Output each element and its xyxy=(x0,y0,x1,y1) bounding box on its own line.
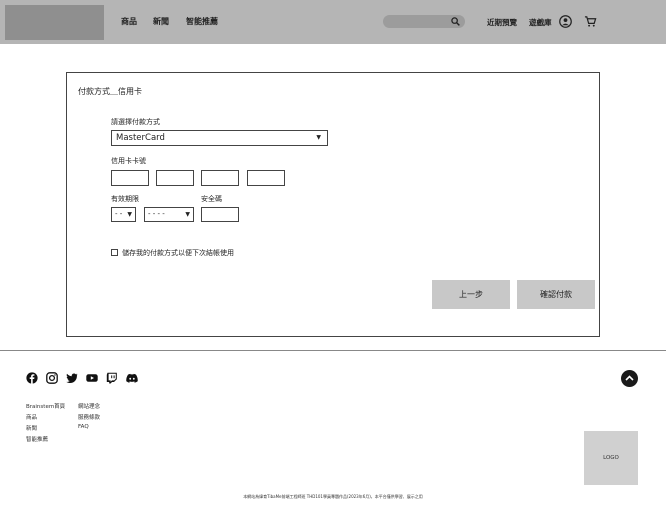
card-number-field-2[interactable] xyxy=(156,170,194,186)
copyright-text: 本網站為緯育TibaMe前端工程師班 THD101學員專題作品(2023年6月)… xyxy=(243,494,423,499)
twitch-icon[interactable] xyxy=(106,372,118,384)
save-payment-checkbox[interactable] xyxy=(111,249,118,256)
footer-logo[interactable]: LOGO xyxy=(584,431,638,485)
search-input[interactable] xyxy=(383,15,465,28)
nav-item-recommend[interactable]: 智能推薦 xyxy=(186,16,218,27)
game-library-link[interactable]: 遊戲庫 xyxy=(529,17,552,28)
cvv-label: 安全碼 xyxy=(201,195,222,203)
footer-link-news[interactable]: 新聞 xyxy=(26,424,37,432)
twitter-icon[interactable] xyxy=(66,372,78,384)
footer-link-recommend[interactable]: 智能推薦 xyxy=(26,435,48,443)
dropdown-arrow-icon: ▼ xyxy=(316,134,321,141)
confirm-payment-button[interactable]: 確認付款 xyxy=(517,280,595,309)
payment-card: 付款方式＿信用卡 請選擇付款方式 MasterCard ▼ 信用卡卡號 有效期限… xyxy=(66,72,600,337)
nav-item-news[interactable]: 新聞 xyxy=(153,16,169,27)
cvv-field[interactable] xyxy=(201,207,239,222)
card-number-field-3[interactable] xyxy=(201,170,239,186)
back-button[interactable]: 上一步 xyxy=(432,280,510,309)
footer-link-faq[interactable]: FAQ xyxy=(78,424,89,430)
payment-method-select[interactable]: MasterCard ▼ xyxy=(111,130,328,146)
card-number-label: 信用卡卡號 xyxy=(111,157,146,165)
expiry-label: 有效期限 xyxy=(111,195,139,203)
dropdown-arrow-icon: ▼ xyxy=(127,211,132,218)
instagram-icon[interactable] xyxy=(46,372,58,384)
footer-link-terms[interactable]: 服務條款 xyxy=(78,413,100,421)
save-payment-label[interactable]: 儲存我的付款方式以便下次結帳使用 xyxy=(122,248,234,258)
expiry-month-value: - - xyxy=(115,210,123,218)
nav-item-products[interactable]: 商品 xyxy=(121,16,137,27)
cart-icon[interactable] xyxy=(584,15,597,28)
dropdown-arrow-icon: ▼ xyxy=(185,211,190,218)
card-number-field-4[interactable] xyxy=(247,170,285,186)
user-icon[interactable] xyxy=(559,15,572,28)
expiry-month-select[interactable]: - - ▼ xyxy=(111,207,136,222)
footer-divider xyxy=(0,350,666,351)
payment-method-label: 請選擇付款方式 xyxy=(111,118,160,126)
youtube-icon[interactable] xyxy=(86,372,98,384)
card-number-field-1[interactable] xyxy=(111,170,149,186)
discord-icon[interactable] xyxy=(126,372,138,384)
search-icon[interactable] xyxy=(451,17,460,26)
upcoming-link[interactable]: 近期預覽 xyxy=(487,17,517,28)
facebook-icon[interactable] xyxy=(26,372,38,384)
footer-link-philosophy[interactable]: 網站理念 xyxy=(78,402,100,410)
page-title: 付款方式＿信用卡 xyxy=(78,87,142,96)
payment-method-value: MasterCard xyxy=(116,133,165,143)
expiry-year-select[interactable]: - - - - ▼ xyxy=(144,207,194,222)
footer-link-home[interactable]: Brainstem首頁 xyxy=(26,402,65,410)
site-logo[interactable] xyxy=(5,5,104,40)
back-to-top-button[interactable] xyxy=(621,370,638,387)
footer-link-products[interactable]: 商品 xyxy=(26,413,37,421)
site-header: 商品 新聞 智能推薦 近期預覽 遊戲庫 xyxy=(0,0,666,44)
page: 商品 新聞 智能推薦 近期預覽 遊戲庫 付款方式＿信用卡 請選擇付款方式 Mas… xyxy=(0,0,666,509)
chevron-up-icon xyxy=(625,375,634,381)
expiry-year-value: - - - - xyxy=(148,210,165,218)
